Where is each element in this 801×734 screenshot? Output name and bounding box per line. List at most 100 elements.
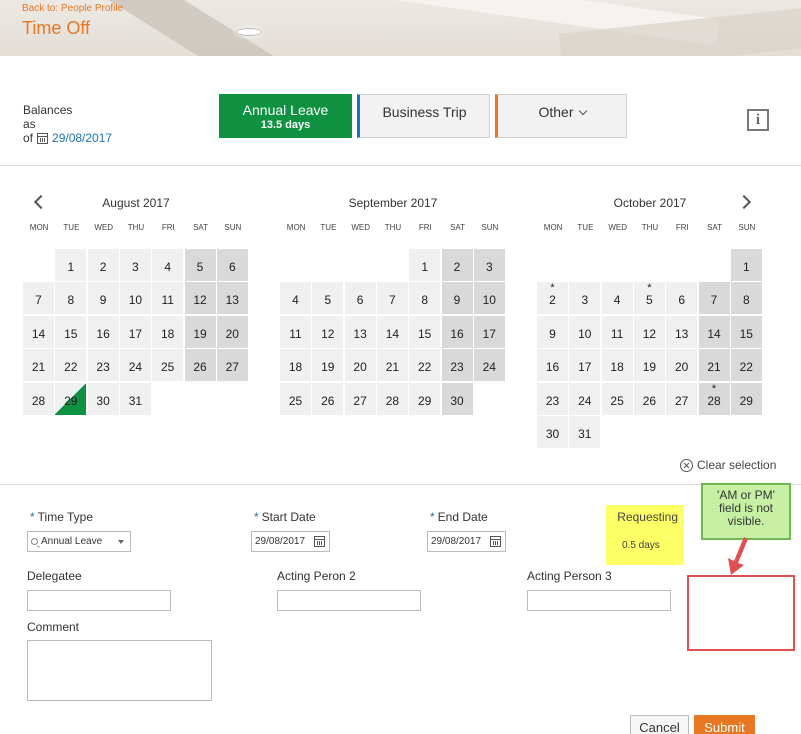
balances-date-link[interactable]: 29/08/2017	[52, 131, 112, 145]
calendar-day[interactable]: 7	[698, 282, 730, 315]
calendar-day[interactable]: * 2	[537, 282, 568, 315]
calendar-day[interactable]: 18	[280, 349, 311, 382]
calendar-day[interactable]: 9	[87, 282, 119, 315]
tab-other-dropdown[interactable]: Other	[495, 94, 627, 138]
calendar-day[interactable]: 10	[119, 282, 151, 315]
calendar-day[interactable]: 22	[55, 349, 87, 382]
calendar-day[interactable]: 23	[441, 349, 473, 382]
calendar-day[interactable]: * 28	[698, 382, 730, 415]
calendar-day[interactable]: 11	[152, 282, 184, 315]
calendar-day[interactable]: 13	[666, 315, 698, 348]
calendar-day[interactable]: 1	[730, 249, 762, 281]
calendar-day[interactable]: 17	[119, 315, 151, 348]
calendar-day[interactable]: 27	[344, 382, 376, 415]
calendar-day[interactable]: 27	[666, 382, 698, 415]
calendar-day[interactable]: 17	[569, 349, 601, 382]
calendar-day[interactable]: 25	[152, 349, 184, 382]
tab-business-trip[interactable]: Business Trip	[357, 94, 490, 138]
calendar-day[interactable]: 29	[730, 382, 762, 415]
calendar-day[interactable]: 8	[409, 282, 441, 315]
calendar-day[interactable]: 19	[633, 349, 665, 382]
time-type-select[interactable]: Annual Leave	[27, 531, 131, 552]
calendar-day[interactable]: 21	[698, 349, 730, 382]
calendar-day[interactable]: 12	[312, 315, 344, 348]
calendar-day[interactable]: 20	[344, 349, 376, 382]
calendar-day[interactable]: 14	[698, 315, 730, 348]
calendar-day[interactable]: 13	[216, 282, 248, 315]
calendar-day[interactable]: 31	[119, 382, 151, 415]
calendar-day[interactable]: 19	[312, 349, 344, 382]
calendar-day[interactable]: 2	[87, 249, 119, 281]
delegatee-input[interactable]	[27, 590, 171, 611]
calendar-day[interactable]: 5	[184, 249, 216, 281]
calendar-day[interactable]: 30	[87, 382, 119, 415]
calendar-day[interactable]: 17	[473, 315, 505, 348]
calendar-day[interactable]: 3	[119, 249, 151, 281]
calendar-day[interactable]: 27	[216, 349, 248, 382]
calendar-day[interactable]: 4	[152, 249, 184, 281]
calendar-day[interactable]: 16	[441, 315, 473, 348]
calendar-day[interactable]: 14	[23, 315, 54, 348]
calendar-day[interactable]: 22	[730, 349, 762, 382]
calendar-day[interactable]: 14	[376, 315, 408, 348]
calendar-day[interactable]: 20	[216, 315, 248, 348]
calendar-day[interactable]: 16	[537, 349, 568, 382]
calendar-day[interactable]: 31	[569, 416, 601, 448]
info-icon[interactable]: i	[747, 109, 769, 131]
calendar-day[interactable]: 4	[280, 282, 311, 315]
calendar-day[interactable]: 21	[23, 349, 54, 382]
calendar-day[interactable]: 28	[23, 382, 54, 415]
back-to-profile-link[interactable]: Back to: People Profile	[22, 3, 123, 14]
end-date-input[interactable]: 29/08/2017	[427, 531, 506, 552]
calendar-day[interactable]: 26	[633, 382, 665, 415]
calendar-day[interactable]: 1	[55, 249, 87, 281]
start-date-input[interactable]: 29/08/2017	[251, 531, 330, 552]
acting-person-2-input[interactable]	[277, 590, 421, 611]
submit-button[interactable]: Submit	[694, 715, 755, 734]
calendar-day[interactable]: 3	[569, 282, 601, 315]
calendar-day[interactable]: 20	[666, 349, 698, 382]
calendar-day[interactable]: 12	[633, 315, 665, 348]
calendar-day[interactable]: 24	[569, 382, 601, 415]
calendar-day[interactable]: 15	[730, 315, 762, 348]
calendar-day[interactable]: 6	[666, 282, 698, 315]
calendar-day[interactable]: 23	[87, 349, 119, 382]
calendar-day[interactable]: 26	[184, 349, 216, 382]
calendar-day[interactable]: 8	[730, 282, 762, 315]
calendar-day[interactable]: 22	[409, 349, 441, 382]
calendar-day[interactable]: 21	[376, 349, 408, 382]
calendar-day[interactable]: 8	[55, 282, 87, 315]
calendar-day[interactable]: 19	[184, 315, 216, 348]
calendar-day[interactable]: 1	[409, 249, 441, 281]
calendar-day[interactable]: 25	[280, 382, 311, 415]
calendar-day[interactable]: 10	[473, 282, 505, 315]
calendar-day[interactable]: 23	[537, 382, 568, 415]
calendar-day[interactable]: 18	[601, 349, 633, 382]
calendar-day[interactable]: 15	[55, 315, 87, 348]
calendar-day[interactable]: 3	[473, 249, 505, 281]
tab-annual-leave[interactable]: Annual Leave 13.5 days	[219, 94, 352, 138]
clear-selection-button[interactable]: Clear selection	[680, 458, 776, 472]
calendar-day[interactable]: 2	[441, 249, 473, 281]
calendar-day[interactable]: 7	[376, 282, 408, 315]
calendar-icon[interactable]	[37, 132, 49, 144]
calendar-day[interactable]: 15	[409, 315, 441, 348]
comment-textarea[interactable]	[27, 640, 212, 701]
calendar-day[interactable]: 28	[376, 382, 408, 415]
calendar-day[interactable]: 30	[441, 382, 473, 415]
calendar-icon[interactable]	[490, 536, 501, 547]
calendar-day[interactable]: 9	[537, 315, 568, 348]
calendar-icon[interactable]	[314, 536, 325, 547]
calendar-day[interactable]: 16	[87, 315, 119, 348]
calendar-day[interactable]: * 5	[633, 282, 665, 315]
calendar-day[interactable]: 12	[184, 282, 216, 315]
calendar-day[interactable]: 13	[344, 315, 376, 348]
calendar-day[interactable]: 6	[344, 282, 376, 315]
calendar-day[interactable]: 29	[409, 382, 441, 415]
calendar-day[interactable]: 18	[152, 315, 184, 348]
calendar-day[interactable]: 30	[537, 416, 568, 448]
calendar-day[interactable]: 26	[312, 382, 344, 415]
calendar-day[interactable]: 11	[280, 315, 311, 348]
calendar-day[interactable]: 10	[569, 315, 601, 348]
calendar-day[interactable]: 7	[23, 282, 54, 315]
